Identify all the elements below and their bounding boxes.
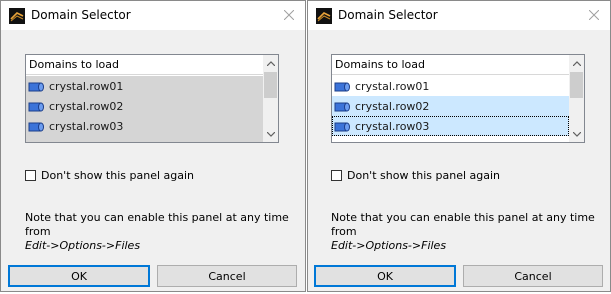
list-item-label: crystal.row03: [355, 119, 430, 133]
dont-show-again-checkbox[interactable]: Don't show this panel again: [331, 169, 500, 182]
list-item-label: crystal.row03: [49, 119, 124, 133]
dialog-title: Domain Selector: [31, 8, 131, 22]
cylinder-icon: [334, 141, 350, 143]
list-item-focused[interactable]: crystal.row03: [332, 116, 569, 136]
checkbox-box[interactable]: [331, 170, 342, 181]
list-header: Domains to load: [332, 55, 569, 75]
app-logo-icon: [316, 8, 332, 24]
domains-listbox[interactable]: Domains to load crystal.row01 crystal.ro…: [331, 54, 585, 143]
domains-listbox[interactable]: Domains to load crystal.row01 crystal.ro…: [25, 54, 279, 143]
cancel-button[interactable]: Cancel: [463, 265, 603, 287]
domain-selector-dialog-left: Domain Selector Domains to load crystal.…: [0, 0, 306, 292]
checkbox-box[interactable]: [25, 170, 36, 181]
list-item-label: crystal.row01: [49, 79, 124, 93]
list-item-label: crystal.row02: [49, 99, 124, 113]
cylinder-icon: [334, 102, 350, 111]
list-item-label: crystal.row02: [355, 99, 430, 113]
cancel-button[interactable]: Cancel: [157, 265, 297, 287]
app-logo-icon: [9, 8, 25, 24]
cylinder-icon: [334, 122, 350, 131]
checkbox-label: Don't show this panel again: [41, 169, 195, 182]
note-text: Note that you can enable this panel at a…: [25, 211, 305, 253]
close-icon: [589, 10, 599, 20]
note-line: Note that you can enable this panel at a…: [331, 211, 595, 238]
list-item[interactable]: crystal.row01: [26, 76, 263, 96]
close-button[interactable]: [584, 5, 604, 25]
scroll-down-button[interactable]: [569, 126, 584, 142]
ok-button[interactable]: OK: [8, 265, 150, 287]
list-item[interactable]: crystal.row03: [26, 116, 263, 136]
ok-button[interactable]: OK: [314, 265, 456, 287]
cylinder-icon: [28, 141, 44, 143]
cylinder-icon: [28, 102, 44, 111]
cylinder-icon: [28, 82, 44, 91]
checkbox-label: Don't show this panel again: [347, 169, 501, 182]
list-item-partial[interactable]: [332, 136, 569, 142]
vertical-scrollbar[interactable]: [263, 55, 278, 142]
menu-path: Edit->Options->Files: [25, 239, 141, 252]
list-item-selected[interactable]: crystal.row02: [332, 96, 569, 116]
note-text: Note that you can enable this panel at a…: [331, 211, 610, 253]
chevron-up-icon: [572, 60, 581, 66]
domain-selector-dialog-right: Domain Selector Domains to load crystal.…: [307, 0, 611, 292]
scroll-thumb[interactable]: [264, 72, 277, 98]
menu-path: Edit->Options->Files: [331, 239, 447, 252]
list-item-label: crystal.row01: [355, 79, 430, 93]
scroll-down-button[interactable]: [263, 126, 278, 142]
list-item-partial[interactable]: [26, 136, 263, 142]
chevron-up-icon: [266, 60, 275, 66]
chevron-down-icon: [266, 131, 275, 137]
cylinder-icon: [28, 122, 44, 131]
scroll-up-button[interactable]: [569, 55, 584, 71]
scroll-thumb[interactable]: [570, 72, 583, 98]
close-button[interactable]: [279, 5, 299, 25]
dont-show-again-checkbox[interactable]: Don't show this panel again: [25, 169, 194, 182]
vertical-scrollbar[interactable]: [569, 55, 584, 142]
scroll-up-button[interactable]: [263, 55, 278, 71]
dialog-title: Domain Selector: [338, 8, 438, 22]
close-icon: [284, 10, 294, 20]
title-bar: Domain Selector: [1, 1, 305, 30]
note-line: Note that you can enable this panel at a…: [25, 211, 289, 238]
list-item[interactable]: crystal.row01: [332, 76, 569, 96]
list-item[interactable]: crystal.row02: [26, 96, 263, 116]
chevron-down-icon: [572, 131, 581, 137]
cylinder-icon: [334, 82, 350, 91]
list-header: Domains to load: [26, 55, 263, 75]
title-bar: Domain Selector: [308, 1, 610, 30]
